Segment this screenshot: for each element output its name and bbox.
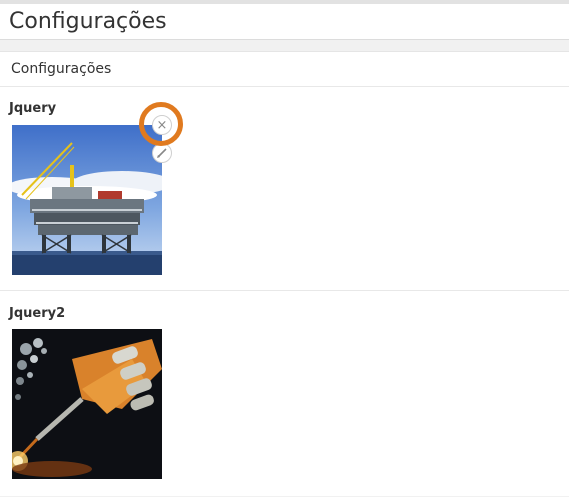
close-icon: × xyxy=(156,117,168,133)
page-title: Configurações xyxy=(9,9,167,34)
robot-arm-image xyxy=(12,329,162,479)
item-label: Jquery2 xyxy=(9,306,66,321)
item-label: Jquery xyxy=(9,101,57,116)
pencil-icon xyxy=(157,148,167,158)
panel-header: Configurações xyxy=(0,52,569,87)
remove-image-button[interactable]: × xyxy=(152,115,172,135)
page-header: Configurações xyxy=(0,4,569,40)
image-item: Jquery xyxy=(0,88,569,292)
edit-image-button[interactable] xyxy=(152,143,172,163)
oil-rig-image xyxy=(12,125,162,275)
panel-title: Configurações xyxy=(11,61,112,77)
settings-panel: Configurações Jquery Jquery2 xyxy=(0,51,569,496)
image-item: Jquery2 xyxy=(0,291,569,497)
